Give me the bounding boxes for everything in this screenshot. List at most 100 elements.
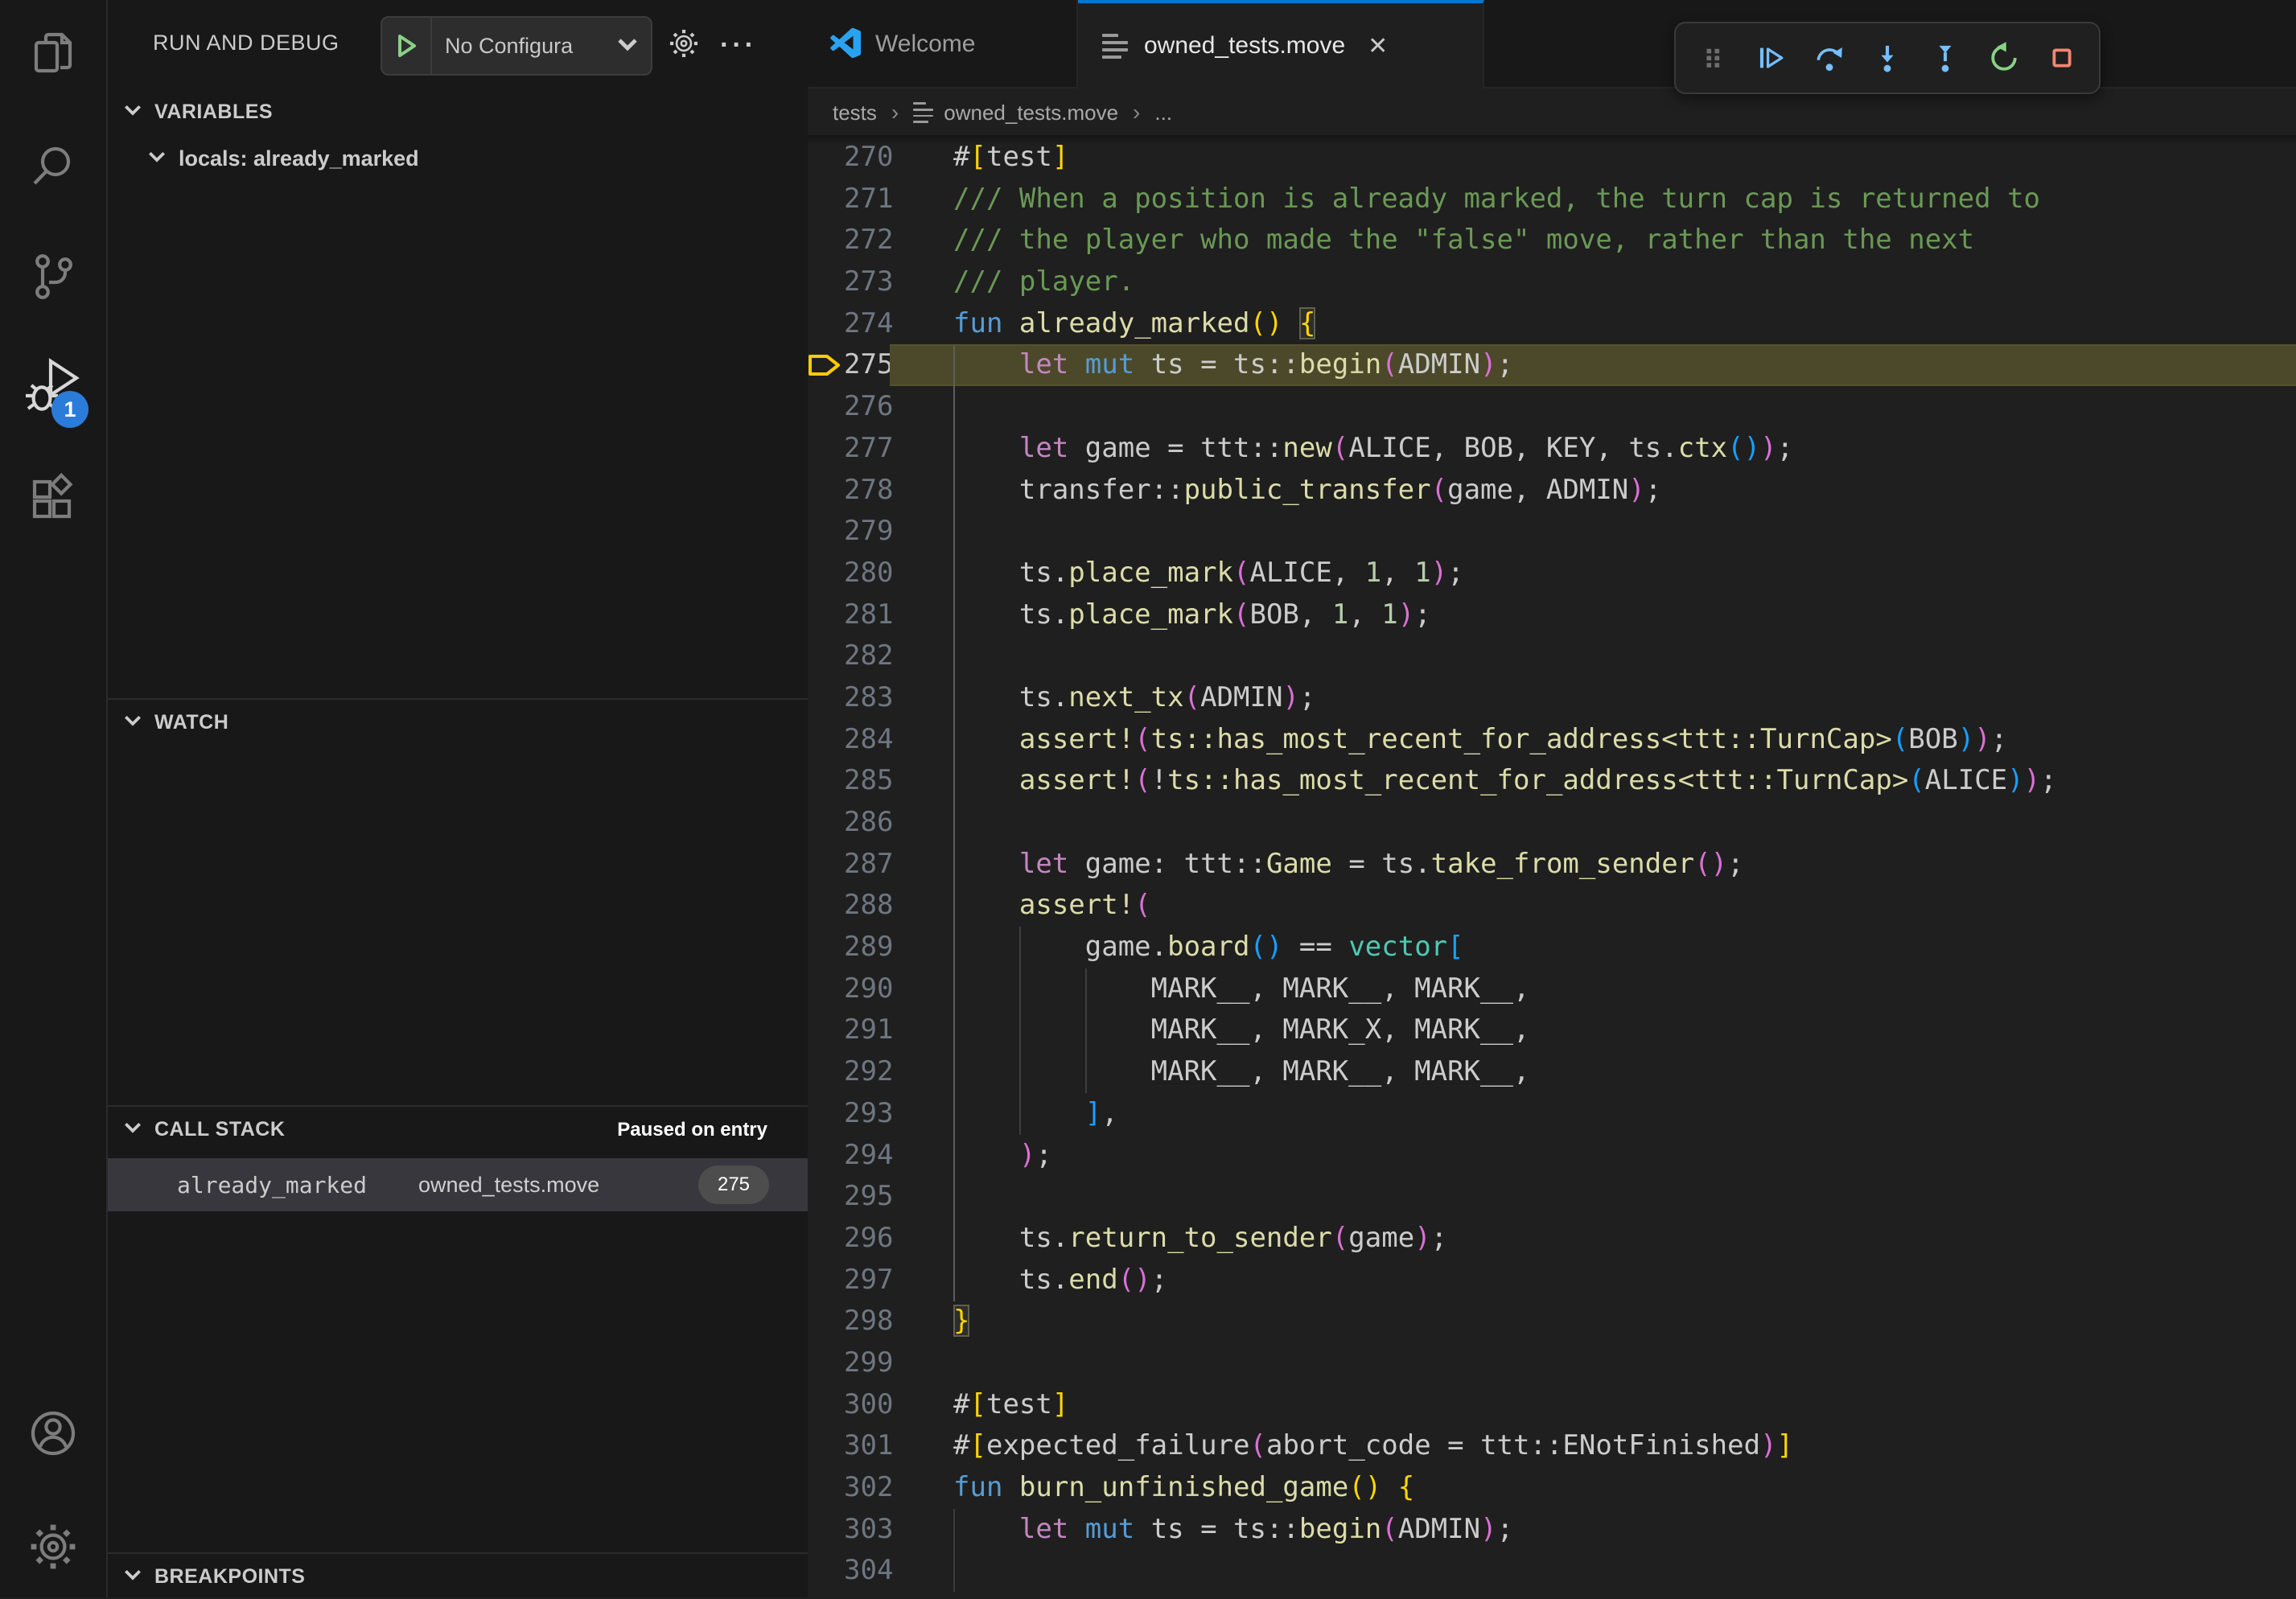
code-line-302[interactable]: 302fun burn_unfinished_game() { [808,1467,2296,1509]
code-text[interactable]: MARK__, MARK_X, MARK__, [890,1009,2296,1051]
breakpoint-margin[interactable] [808,677,844,719]
restart-button[interactable] [1981,35,2026,80]
code-text[interactable] [890,1550,2296,1592]
code-line-279[interactable]: 279 [808,511,2296,553]
code-text[interactable] [890,802,2296,844]
code-text[interactable]: assert!( [890,885,2296,927]
code-line-276[interactable]: 276 [808,386,2296,428]
code-line-286[interactable]: 286 [808,802,2296,844]
code-line-275[interactable]: 275 let mut ts = ts::begin(ADMIN); [808,344,2296,386]
account-button[interactable] [0,1400,106,1472]
breakpoint-margin[interactable] [808,1218,844,1260]
breakpoint-margin[interactable] [808,303,844,345]
code-text[interactable] [890,511,2296,553]
code-line-270[interactable]: 270#[test] [808,137,2296,179]
section-header-watch[interactable]: WATCH [108,698,808,745]
code-text[interactable]: /// the player who made the "false" move… [890,220,2296,261]
tab-welcome[interactable]: Welcome [808,0,1078,88]
continue-button[interactable] [1748,35,1793,80]
code-text[interactable]: #[expected_failure(abort_code = ttt::ENo… [890,1425,2296,1467]
code-text[interactable]: MARK__, MARK__, MARK__, [890,968,2296,1010]
call-stack-frame[interactable]: already_marked owned_tests.move 275 [108,1158,808,1211]
code-text[interactable]: } [890,1301,2296,1342]
code-text[interactable]: ts.return_to_sender(game); [890,1218,2296,1260]
breakpoint-margin[interactable] [808,1550,844,1592]
breakpoint-margin[interactable] [808,470,844,512]
breakpoint-margin[interactable] [808,594,844,636]
breakpoint-margin[interactable] [808,1301,844,1342]
code-text[interactable]: transfer::public_transfer(game, ADMIN); [890,470,2296,512]
sidebar-item-source-control[interactable] [0,243,106,315]
breakpoint-margin[interactable] [808,844,844,886]
breakpoint-margin[interactable] [808,179,844,220]
code-text[interactable]: assert!(ts::has_most_recent_for_address<… [890,719,2296,761]
code-line-281[interactable]: 281 ts.place_mark(BOB, 1, 1); [808,594,2296,636]
code-line-284[interactable]: 284 assert!(ts::has_most_recent_for_addr… [808,719,2296,761]
section-header-breakpoints[interactable]: BREAKPOINTS [108,1552,808,1599]
code-text[interactable] [890,386,2296,428]
settings-button[interactable] [0,1512,106,1585]
code-line-303[interactable]: 303 let mut ts = ts::begin(ADMIN); [808,1509,2296,1551]
code-line-290[interactable]: 290 MARK__, MARK__, MARK__, [808,968,2296,1010]
code-text[interactable]: ts.end(); [890,1260,2296,1301]
code-text[interactable]: assert!(!ts::has_most_recent_for_address… [890,760,2296,802]
breakpoint-margin[interactable] [808,1509,844,1551]
breakpoint-margin[interactable] [808,1384,844,1426]
breakpoint-margin[interactable] [808,261,844,303]
code-line-296[interactable]: 296 ts.return_to_sender(game); [808,1218,2296,1260]
code-line-299[interactable]: 299 [808,1342,2296,1384]
close-icon[interactable]: ✕ [1368,32,1388,60]
code-line-282[interactable]: 282 [808,635,2296,677]
step-into-button[interactable] [1865,35,1910,80]
code-editor[interactable]: 270#[test]271/// When a position is alre… [808,135,2296,1597]
code-line-304[interactable]: 304 [808,1550,2296,1592]
breadcrumb-item-folder[interactable]: tests [833,101,877,125]
code-line-295[interactable]: 295 [808,1176,2296,1218]
breakpoint-margin[interactable] [808,760,844,802]
breakpoint-margin[interactable] [808,1093,844,1135]
section-header-call-stack[interactable]: CALL STACK Paused on entry [108,1105,808,1152]
code-line-297[interactable]: 297 ts.end(); [808,1260,2296,1301]
sidebar-item-search[interactable] [0,134,106,206]
code-line-271[interactable]: 271/// When a position is already marked… [808,179,2296,220]
code-text[interactable]: ts.next_tx(ADMIN); [890,677,2296,719]
code-text[interactable]: #[test] [890,1384,2296,1426]
breakpoint-margin[interactable] [808,1425,844,1467]
start-debugging-button[interactable] [382,18,432,74]
code-text[interactable]: fun already_marked() { [890,303,2296,345]
breakpoint-margin[interactable] [808,1467,844,1509]
sidebar-item-run-and-debug[interactable]: 1 [0,352,106,425]
breakpoint-margin[interactable] [808,511,844,553]
code-line-294[interactable]: 294 ); [808,1135,2296,1177]
code-line-300[interactable]: 300#[test] [808,1384,2296,1426]
code-line-289[interactable]: 289 game.board() == vector[ [808,927,2296,968]
code-line-278[interactable]: 278 transfer::public_transfer(game, ADMI… [808,470,2296,512]
code-text[interactable]: #[test] [890,137,2296,179]
code-line-287[interactable]: 287 let game: ttt::Game = ts.take_from_s… [808,844,2296,886]
code-line-274[interactable]: 274fun already_marked() { [808,303,2296,345]
breakpoint-margin[interactable] [808,428,844,470]
breakpoint-margin[interactable] [808,553,844,594]
breakpoint-margin[interactable] [808,220,844,261]
code-text[interactable]: /// When a position is already marked, t… [890,179,2296,220]
debug-settings-button[interactable] [663,24,705,66]
section-header-variables[interactable]: VARIABLES [108,88,808,135]
code-text[interactable]: let game: ttt::Game = ts.take_from_sende… [890,844,2296,886]
breakpoint-margin[interactable] [808,719,844,761]
code-line-288[interactable]: 288 assert!( [808,885,2296,927]
code-text[interactable] [890,1176,2296,1218]
code-line-283[interactable]: 283 ts.next_tx(ADMIN); [808,677,2296,719]
code-line-301[interactable]: 301#[expected_failure(abort_code = ttt::… [808,1425,2296,1467]
step-over-button[interactable] [1807,35,1852,80]
code-line-277[interactable]: 277 let game = ttt::new(ALICE, BOB, KEY,… [808,428,2296,470]
breadcrumb-item-file[interactable]: owned_tests.move [944,101,1118,125]
breakpoint-margin[interactable] [808,386,844,428]
toolbar-drag-handle[interactable] [1690,35,1735,80]
code-line-273[interactable]: 273/// player. [808,261,2296,303]
code-text[interactable]: fun burn_unfinished_game() { [890,1467,2296,1509]
code-text[interactable]: MARK__, MARK__, MARK__, [890,1051,2296,1093]
breakpoint-margin[interactable] [808,1342,844,1384]
breakpoint-margin[interactable] [808,1176,844,1218]
code-text[interactable]: ts.place_mark(BOB, 1, 1); [890,594,2296,636]
code-text[interactable]: ], [890,1093,2296,1135]
